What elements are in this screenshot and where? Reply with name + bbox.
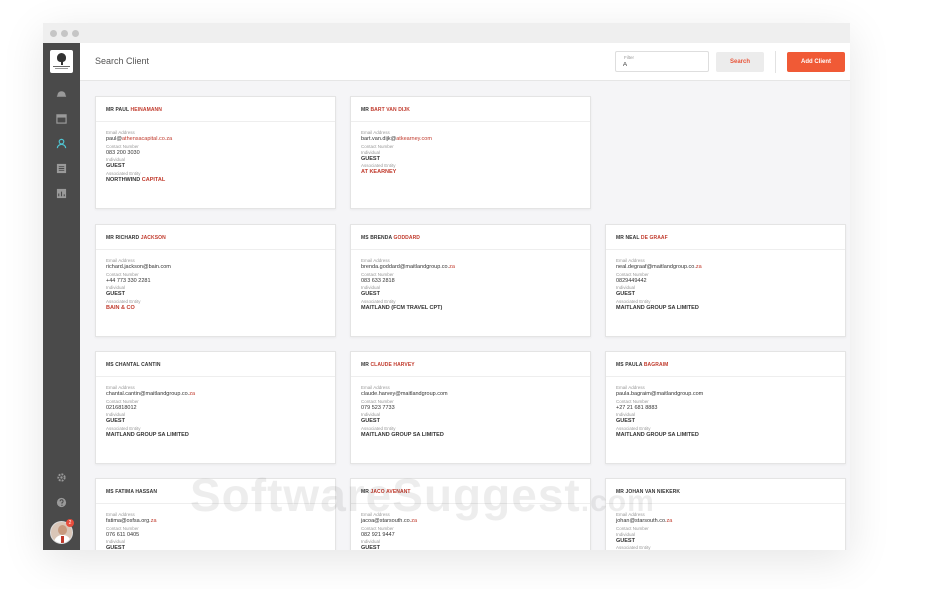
- contact-value: +27 21 681 8883: [616, 404, 658, 411]
- client-name: MS BRENDA GODDARD: [351, 225, 590, 250]
- client-card[interactable]: MR RICHARD JACKSON Email Address richard.j…: [95, 224, 336, 337]
- chart-icon[interactable]: [56, 188, 67, 199]
- client-card[interactable]: MS PAULA BAGRAIM Email Address paula.bagra…: [605, 351, 846, 464]
- email-value[interactable]: neal.degraaf@maitlandgroup.co.za: [616, 264, 845, 272]
- guest-type-value: GUEST: [361, 545, 380, 550]
- help-icon[interactable]: [56, 497, 67, 508]
- notification-badge: 2: [66, 519, 74, 527]
- entity-value: BAIN & CO: [106, 304, 135, 311]
- email-value[interactable]: paula.bagraim@maitlandgroup.com: [616, 391, 845, 399]
- client-card[interactable]: MR CLAUDE HARVEY Email Address claude.harv…: [350, 351, 591, 464]
- client-card[interactable]: MR PAUL HEINAMANN Email Address paul@athen…: [95, 96, 336, 209]
- contact-value: 0829449442: [616, 277, 647, 284]
- title-bar: [43, 23, 850, 43]
- client-name: MR NEAL DE GRAAF: [606, 225, 845, 250]
- add-client-button[interactable]: Add Client: [787, 52, 845, 72]
- guest-type-value: GUEST: [616, 291, 635, 297]
- guest-type-value: GUEST: [361, 291, 380, 297]
- contact-value: 083 633 2818: [361, 277, 395, 284]
- contact-value: +44 773 330 2281: [106, 277, 151, 284]
- client-name: MR PAUL HEINAMANN: [96, 97, 335, 122]
- guest-type-value: GUEST: [361, 155, 380, 162]
- page-title: Search Client: [95, 56, 150, 66]
- email-value[interactable]: bart.van.dijk@atkearney.com: [361, 136, 590, 144]
- client-name: MR RICHARD JACKSON: [96, 225, 335, 250]
- contact-value: 076 611 0405: [106, 531, 140, 538]
- client-card[interactable]: MR BART VAN DIJK Email Address bart.van.di…: [350, 96, 591, 209]
- guest-type-value: GUEST: [616, 537, 635, 544]
- entity-value: MAITLAND GROUP SA LIMITED: [616, 304, 699, 311]
- email-value[interactable]: paul@athensacapital.co.za: [106, 136, 335, 144]
- client-card[interactable]: MR NEAL DE GRAAF Email Address neal.degraa…: [605, 224, 846, 337]
- guest-type-value: GUEST: [106, 418, 125, 424]
- entity-value: MAITLAND GROUP SA LIMITED: [106, 431, 189, 438]
- header-divider: [775, 51, 776, 73]
- user-icon[interactable]: [56, 138, 67, 149]
- window-maximize-dot[interactable]: [72, 30, 79, 37]
- watermark: SoftwareSuggest.com: [190, 469, 655, 521]
- filter-label: Filter: [624, 55, 634, 60]
- gear-icon[interactable]: [56, 472, 67, 483]
- filter-input[interactable]: [623, 62, 703, 68]
- calendar-icon[interactable]: [56, 113, 67, 124]
- search-button[interactable]: Search: [716, 52, 764, 72]
- entity-label: Associated Entity: [616, 545, 651, 550]
- guest-type-value: GUEST: [361, 418, 380, 424]
- entity-value: AT KEARNEY: [361, 169, 397, 175]
- guest-type-value: GUEST: [106, 291, 125, 297]
- contact-value: 083 200 3030: [106, 149, 140, 156]
- hotel-bell-icon[interactable]: [56, 88, 67, 99]
- email-value[interactable]: brenda.goddard@maitlandgroup.co.za: [361, 264, 590, 272]
- entity-value: NORTHWIND CAPITAL: [106, 176, 166, 183]
- email-value[interactable]: chantal.cantin@maitlandgroup.co.za: [106, 391, 335, 399]
- entity-value: MAITLAND GROUP SA LIMITED: [361, 431, 444, 438]
- client-card[interactable]: MS CHANTAL CANTIN Email Address chantal.ca…: [95, 351, 336, 464]
- guest-type-value: GUEST: [616, 418, 635, 424]
- contact-value: 0216818012: [106, 404, 137, 411]
- client-name: MR CLAUDE HARVEY: [351, 352, 590, 377]
- email-value[interactable]: claude.harvey@maitlandgroup.com: [361, 391, 590, 399]
- contact-value: 079 523 7733: [361, 404, 395, 411]
- entity-value: MAITLAND (FCM TRAVEL CPT): [361, 304, 443, 311]
- page-header: Search Client Filter Search Add Client: [80, 43, 850, 81]
- list-icon[interactable]: [56, 163, 67, 174]
- hotel-logo[interactable]: [50, 50, 73, 73]
- client-name: MR BART VAN DIJK: [351, 97, 590, 122]
- sidebar: 2: [43, 43, 80, 550]
- window-close-dot[interactable]: [50, 30, 57, 37]
- client-name: MS PAULA BAGRAIM: [606, 352, 845, 377]
- guest-type-value: GUEST: [106, 545, 125, 550]
- entity-value: MAITLAND GROUP SA LIMITED: [616, 431, 699, 438]
- filter-field[interactable]: Filter: [615, 51, 709, 72]
- client-name: MS CHANTAL CANTIN: [96, 352, 335, 377]
- client-card[interactable]: MS BRENDA GODDARD Email Address brenda.god…: [350, 224, 591, 337]
- email-value[interactable]: richard.jackson@bain.com: [106, 264, 335, 272]
- window-minimize-dot[interactable]: [61, 30, 68, 37]
- guest-type-value: GUEST: [106, 163, 125, 169]
- contact-value: 082 921 9447: [361, 531, 395, 538]
